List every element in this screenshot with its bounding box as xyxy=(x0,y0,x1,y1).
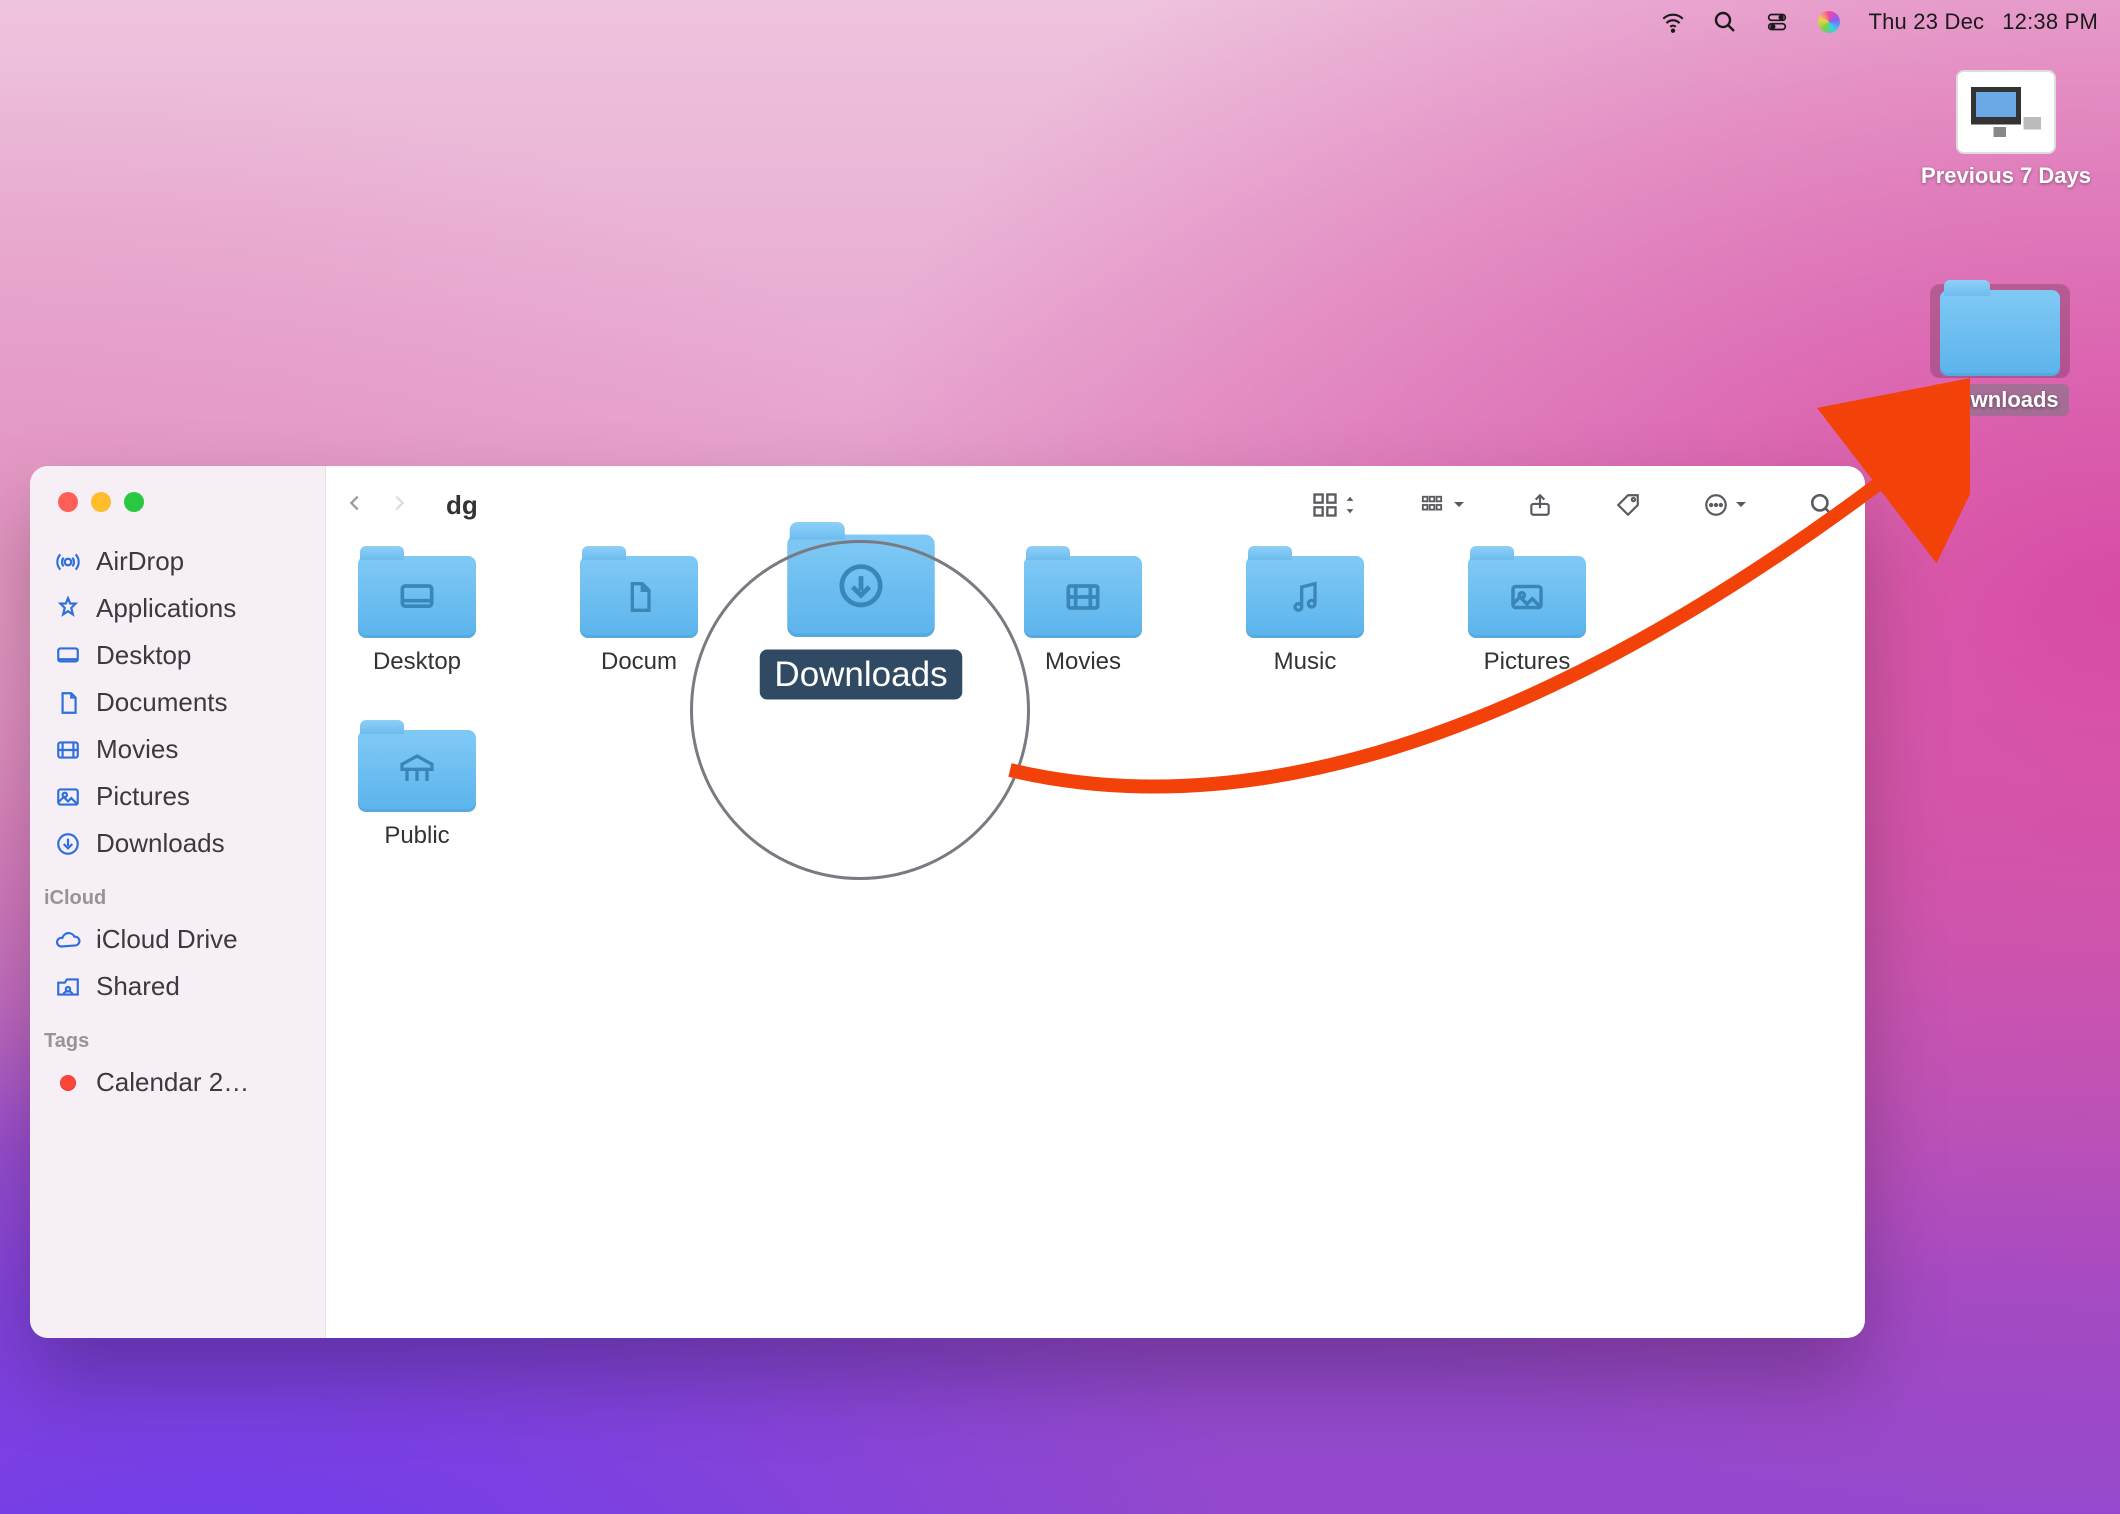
finder-main: dg xyxy=(326,466,1865,1338)
sidebar-item-label: Applications xyxy=(96,593,236,624)
search-button[interactable] xyxy=(1801,488,1843,522)
desktop-item-label: Previous 7 Days xyxy=(1911,160,2101,192)
folder-label: Public xyxy=(384,822,449,850)
sidebar-item-label: Downloads xyxy=(96,828,225,859)
tags-button[interactable] xyxy=(1607,488,1649,522)
back-button[interactable] xyxy=(344,492,366,519)
folder-music[interactable]: Music xyxy=(1240,556,1370,688)
sidebar-item-label: Movies xyxy=(96,734,178,765)
finder-toolbar: dg xyxy=(326,466,1865,544)
sidebar-item-icloud-drive[interactable]: iCloud Drive xyxy=(40,916,315,963)
folder-icon xyxy=(1024,556,1142,638)
finder-content[interactable]: Desktop Docum Downloads Movies Music xyxy=(326,544,1865,1338)
folder-downloads[interactable]: Downloads xyxy=(780,535,943,700)
close-button[interactable] xyxy=(58,492,78,512)
sidebar-tag-calendar[interactable]: Calendar 2… xyxy=(40,1059,315,1106)
folder-desktop[interactable]: Desktop xyxy=(352,556,482,688)
minimize-button[interactable] xyxy=(91,492,111,512)
folder-public[interactable]: Public xyxy=(352,730,482,850)
forward-button[interactable] xyxy=(388,492,410,519)
airdrop-icon xyxy=(54,548,82,576)
sidebar-item-airdrop[interactable]: AirDrop xyxy=(40,538,315,585)
sidebar-item-label: Pictures xyxy=(96,781,190,812)
sidebar-item-label: Shared xyxy=(96,971,180,1002)
sidebar-item-desktop[interactable]: Desktop xyxy=(40,632,315,679)
folder-icon xyxy=(358,556,476,638)
menubar-date: Thu 23 Dec xyxy=(1868,9,1984,35)
sidebar-item-movies[interactable]: Movies xyxy=(40,726,315,773)
maximize-button[interactable] xyxy=(124,492,144,512)
folder-icon xyxy=(358,730,476,812)
sidebar-item-label: AirDrop xyxy=(96,546,184,577)
menubar-datetime[interactable]: Thu 23 Dec 12:38 PM xyxy=(1868,9,2098,35)
sidebar-item-shared[interactable]: Shared xyxy=(40,963,315,1010)
folder-movies[interactable]: Movies xyxy=(1018,556,1148,688)
sidebar-item-downloads[interactable]: Downloads xyxy=(40,820,315,867)
finder-window: AirDrop Applications Desktop Documents M… xyxy=(30,466,1865,1338)
folder-icon xyxy=(787,535,935,638)
menubar: Thu 23 Dec 12:38 PM xyxy=(0,0,2120,44)
sidebar-item-label: Desktop xyxy=(96,640,191,671)
downloads-icon xyxy=(54,830,82,858)
folder-label: Movies xyxy=(1045,648,1121,676)
desktop-item-label: Downloads xyxy=(1931,384,2068,416)
control-center-icon[interactable] xyxy=(1764,9,1790,35)
more-button[interactable] xyxy=(1695,488,1755,522)
siri-icon[interactable] xyxy=(1816,9,1842,35)
group-by-button[interactable] xyxy=(1409,490,1473,520)
folder-label: Downloads xyxy=(759,650,962,700)
folder-label: Docum xyxy=(601,648,677,676)
folder-label: Pictures xyxy=(1484,648,1571,676)
window-title: dg xyxy=(446,490,478,521)
cloud-icon xyxy=(54,926,82,954)
desktop-item-downloads[interactable]: Downloads xyxy=(1920,284,2080,416)
desktop-item-previous[interactable]: Previous 7 Days xyxy=(1926,70,2086,192)
view-icons-button[interactable] xyxy=(1303,487,1363,523)
sidebar-item-label: Documents xyxy=(96,687,228,718)
sidebar-item-label: iCloud Drive xyxy=(96,924,238,955)
sidebar-item-pictures[interactable]: Pictures xyxy=(40,773,315,820)
tag-dot-icon xyxy=(54,1069,82,1097)
folder-label: Desktop xyxy=(373,648,461,676)
sidebar-item-applications[interactable]: Applications xyxy=(40,585,315,632)
sidebar-section-tags: Tags xyxy=(30,1018,325,1059)
folder-icon xyxy=(1468,556,1586,638)
folder-icon xyxy=(580,556,698,638)
spotlight-icon[interactable] xyxy=(1712,9,1738,35)
movies-icon xyxy=(54,736,82,764)
sidebar-section-icloud: iCloud xyxy=(30,875,325,916)
share-button[interactable] xyxy=(1519,488,1561,522)
documents-icon xyxy=(54,689,82,717)
wifi-icon[interactable] xyxy=(1660,9,1686,35)
pictures-icon xyxy=(54,783,82,811)
folder-label: Music xyxy=(1274,648,1337,676)
folder-icon xyxy=(1930,284,2070,378)
folder-icon xyxy=(1246,556,1364,638)
sidebar-item-documents[interactable]: Documents xyxy=(40,679,315,726)
sidebar-item-label: Calendar 2… xyxy=(96,1067,249,1098)
window-controls xyxy=(30,482,325,538)
folder-documents[interactable]: Docum xyxy=(574,556,704,688)
shared-folder-icon xyxy=(54,973,82,1001)
finder-sidebar: AirDrop Applications Desktop Documents M… xyxy=(30,466,326,1338)
applications-icon xyxy=(54,595,82,623)
folder-pictures[interactable]: Pictures xyxy=(1462,556,1592,688)
menubar-time: 12:38 PM xyxy=(2002,9,2098,35)
screenshot-thumbnail xyxy=(1956,70,2056,154)
desktop-icon xyxy=(54,642,82,670)
